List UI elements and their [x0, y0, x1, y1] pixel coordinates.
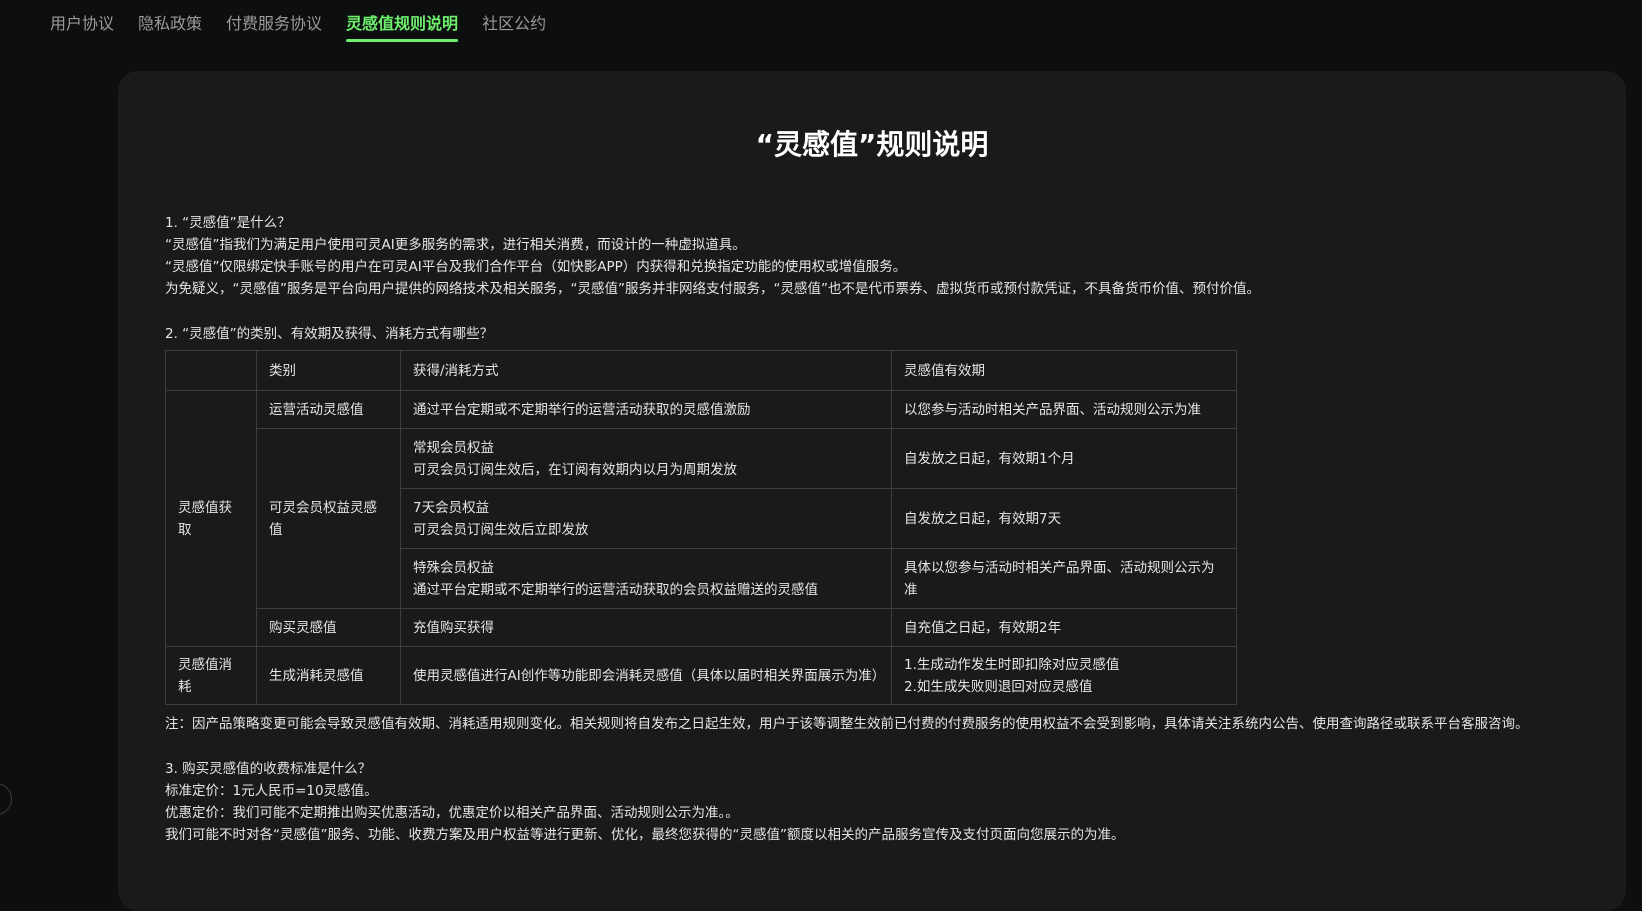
category-cell: 购买灵感值	[256, 608, 401, 647]
validity-cell: 具体以您参与活动时相关产品界面、活动规则公示为准	[891, 548, 1237, 609]
table-header-cell	[165, 350, 257, 391]
table-header-cell: 类别	[256, 350, 401, 391]
method-title: 特殊会员权益	[413, 559, 494, 576]
content-card: “灵感值”规则说明 1. “灵感值”是什么？ “灵感值”指我们为满足用户使用可灵…	[118, 71, 1626, 911]
category-cell: 可灵会员权益灵感值	[256, 428, 401, 609]
section1-line: “灵感值”仅限绑定快手账号的用户在可灵AI平台及我们合作平台（如快影APP）内获…	[165, 259, 907, 275]
page-title: “灵感值”规则说明	[755, 128, 989, 161]
category-cell: 生成消耗灵感值	[256, 646, 401, 705]
method-cell: 常规会员权益 可灵会员订阅生效后，在订阅有效期内以月为周期发放	[400, 428, 892, 489]
section3-line: 我们可能不时对各“灵感值”服务、功能、收费方案及用户权益等进行更新、优化，最终您…	[165, 827, 1125, 843]
validity-cell: 自充值之日起，有效期2年	[891, 608, 1237, 647]
method-cell: 通过平台定期或不定期举行的运营活动获取的灵感值激励	[400, 390, 892, 429]
table-note: 注：因产品策略变更可能会导致灵感值有效期、消耗适用规则变化。相关规则将自发布之日…	[165, 716, 1529, 732]
table-row: 灵感值获取 运营活动灵感值 通过平台定期或不定期举行的运营活动获取的灵感值激励 …	[165, 390, 1237, 647]
group-cell-consume: 灵感值消耗	[165, 646, 257, 705]
method-desc: 通过平台定期或不定期举行的运营活动获取的会员权益赠送的灵感值	[413, 581, 818, 598]
section3-line: 标准定价：1元人民币=10灵感值。	[165, 783, 378, 799]
validity-cell: 以您参与活动时相关产品界面、活动规则公示为准	[891, 390, 1237, 429]
table-row: 可灵会员权益灵感值 常规会员权益 可灵会员订阅生效后，在订阅有效期内以月为周期发…	[166, 428, 1237, 609]
validity-cell: 自发放之日起，有效期7天	[891, 488, 1237, 549]
method-cell: 7天会员权益 可灵会员订阅生效后立即发放	[400, 488, 892, 549]
rules-table: 类别 获得/消耗方式 灵感值有效期 灵感值获取 运营活动灵感值 通过平台定期或不…	[165, 350, 1237, 705]
method-title: 常规会员权益	[413, 439, 494, 456]
section1-heading: 1. “灵感值”是什么？	[165, 215, 291, 231]
table-header-cell: 灵感值有效期	[891, 350, 1237, 391]
method-cell: 使用灵感值进行AI创作等功能即会消耗灵感值（具体以届时相关界面展示为准）	[400, 646, 892, 705]
validity-line: 2.如生成失败则退回对应灵感值	[904, 678, 1093, 695]
method-desc: 可灵会员订阅生效后立即发放	[413, 521, 589, 538]
tab-community-guidelines[interactable]: 社区公约	[482, 0, 546, 42]
method-cell: 特殊会员权益 通过平台定期或不定期举行的运营活动获取的会员权益赠送的灵感值	[400, 548, 892, 609]
table-header-cell: 获得/消耗方式	[400, 350, 892, 391]
tab-paid-service-agreement[interactable]: 付费服务协议	[226, 0, 322, 42]
validity-line: 1.生成动作发生时即扣除对应灵感值	[904, 656, 1120, 673]
validity-cell: 1.生成动作发生时即扣除对应灵感值 2.如生成失败则退回对应灵感值	[891, 646, 1237, 705]
tab-privacy-policy[interactable]: 隐私政策	[138, 0, 202, 42]
section2-heading: 2. “灵感值”的类别、有效期及获得、消耗方式有哪些？	[165, 326, 494, 342]
section3-line: 优惠定价：我们可能不定期推出购买优惠活动，优惠定价以相关产品界面、活动规则公示为…	[165, 805, 739, 821]
group-cell-acquire: 灵感值获取	[165, 390, 257, 647]
method-desc: 可灵会员订阅生效后，在订阅有效期内以月为周期发放	[413, 461, 737, 478]
side-handle[interactable]	[0, 783, 12, 815]
tab-user-agreement[interactable]: 用户协议	[50, 0, 114, 42]
validity-cell: 自发放之日起，有效期1个月	[891, 428, 1237, 489]
table-row: 灵感值消耗 生成消耗灵感值 使用灵感值进行AI创作等功能即会消耗灵感值（具体以届…	[165, 646, 1237, 705]
method-title: 7天会员权益	[413, 499, 490, 516]
article-body: 1. “灵感值”是什么？ “灵感值”指我们为满足用户使用可灵AI更多服务的需求，…	[165, 212, 1585, 846]
section1-line: 为免疑义，“灵感值”服务是平台向用户提供的网络技术及相关服务，“灵感值”服务并非…	[165, 281, 1260, 297]
category-cell: 运营活动灵感值	[256, 390, 401, 429]
table-header-row: 类别 获得/消耗方式 灵感值有效期	[165, 350, 1237, 391]
section1-line: “灵感值”指我们为满足用户使用可灵AI更多服务的需求，进行相关消费，而设计的一种…	[165, 237, 746, 253]
table-row: 购买灵感值 充值购买获得 自充值之日起，有效期2年	[166, 608, 1237, 647]
tab-inspiration-rules[interactable]: 灵感值规则说明	[346, 0, 459, 42]
section3-heading: 3. 购买灵感值的收费标准是什么？	[165, 761, 372, 777]
tab-bar: 用户协议 隐私政策 付费服务协议 灵感值规则说明 社区公约	[50, 0, 570, 44]
method-cell: 充值购买获得	[400, 608, 892, 647]
